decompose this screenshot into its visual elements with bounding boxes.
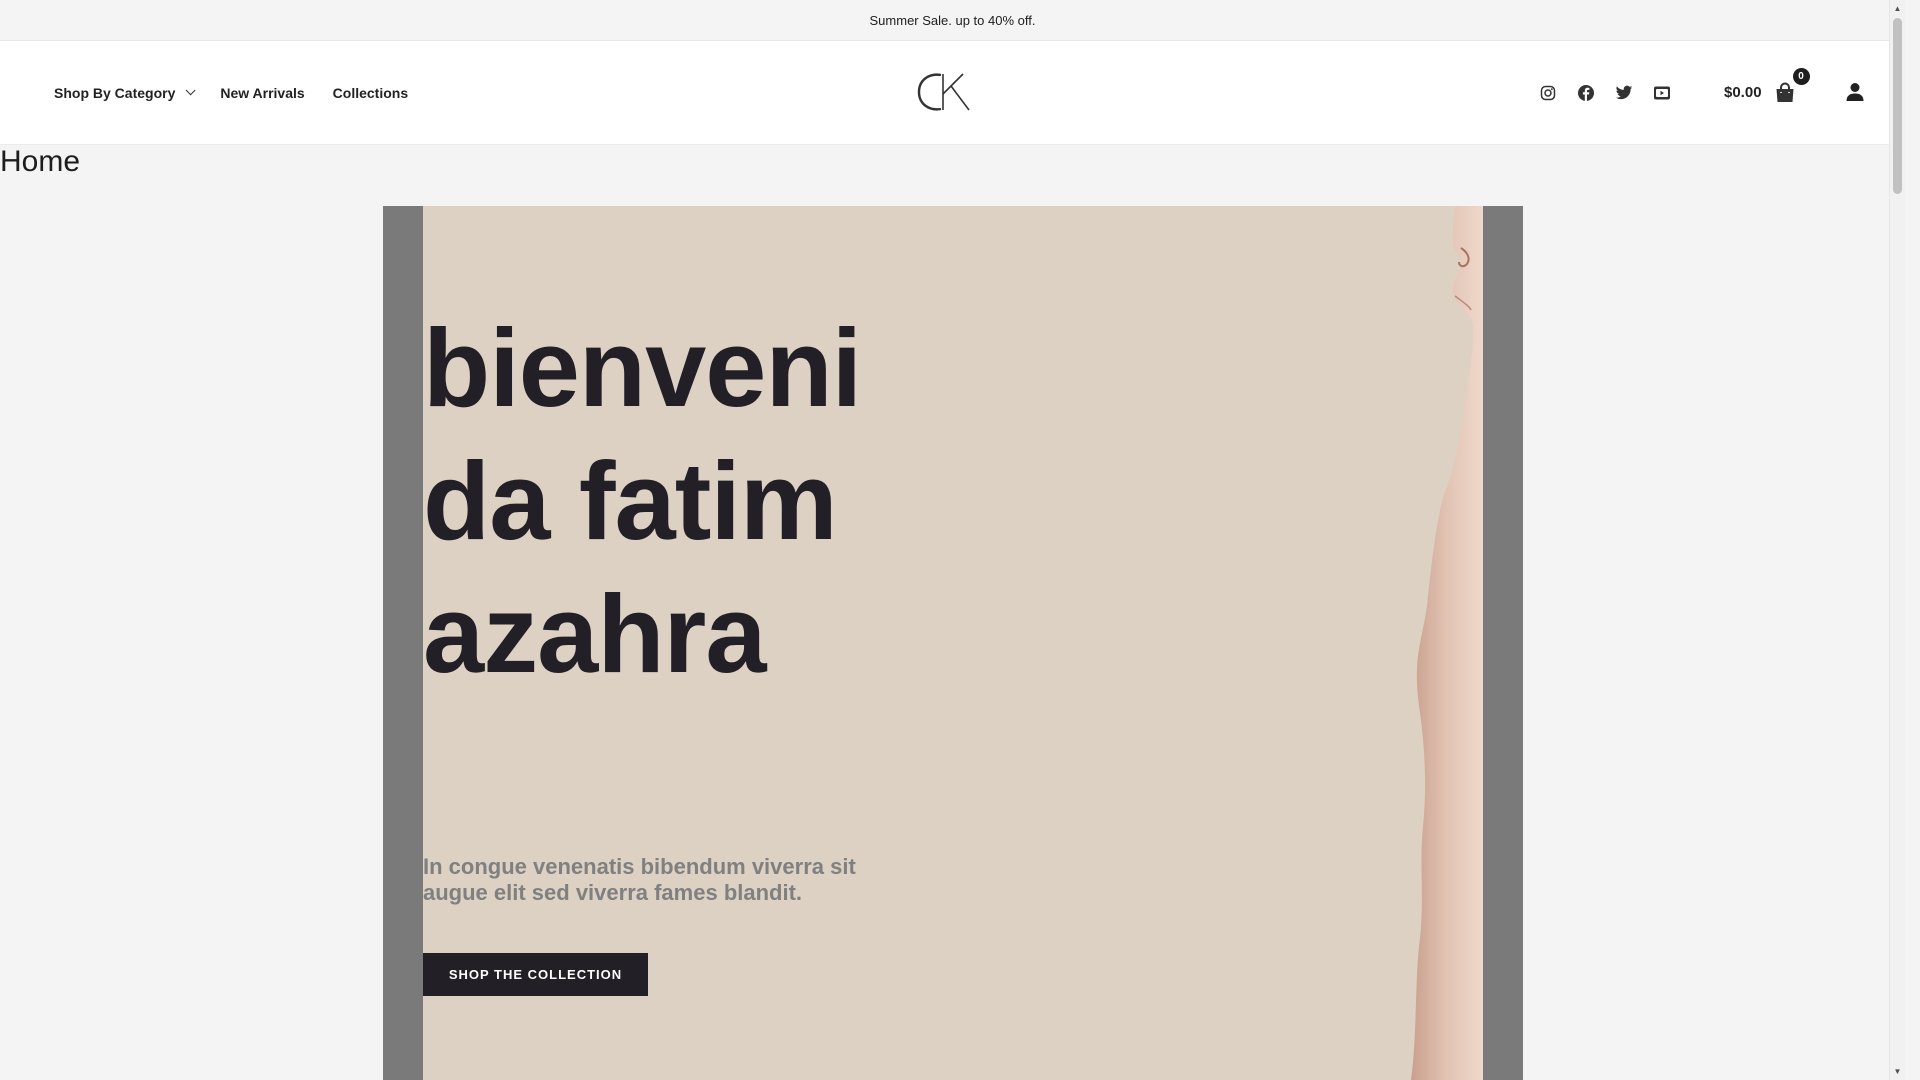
site-logo[interactable] (912, 67, 978, 117)
hero-banner: bienvenida fatimazahra In congue venenat… (423, 206, 1483, 1080)
cart-total: $0.00 (1724, 84, 1762, 101)
page: Summer Sale. up to 40% off. Shop By Cate… (0, 0, 1905, 1080)
nav-collections-label: Collections (332, 84, 409, 101)
scroll-up-icon[interactable]: ▲ (1890, 0, 1905, 17)
hero-model-image (1411, 206, 1483, 1080)
social-links (1538, 41, 1672, 144)
site-header: Shop By Category New Arrivals Collection… (0, 41, 1905, 145)
instagram-icon[interactable] (1538, 83, 1558, 103)
shopping-bag-icon: 0 (1774, 67, 1810, 104)
hero-heading: bienvenida fatimazahra (423, 307, 862, 696)
chevron-down-icon (186, 85, 196, 96)
shop-the-collection-button[interactable]: SHOP THE COLLECTION (423, 953, 648, 996)
announcement-text: Summer Sale. up to 40% off. (869, 12, 1036, 28)
announcement-bar: Summer Sale. up to 40% off. (0, 0, 1905, 41)
nav-shop-by-category[interactable]: Shop By Category (54, 84, 196, 101)
facebook-icon[interactable] (1576, 83, 1596, 103)
nav-new-arrivals-label: New Arrivals (220, 84, 305, 101)
scrollbar-thumb[interactable] (1893, 18, 1902, 194)
page-scrollbar[interactable]: ▲ ▼ (1889, 0, 1905, 1080)
user-icon[interactable] (1845, 82, 1865, 102)
youtube-icon[interactable] (1652, 83, 1672, 103)
scroll-down-icon[interactable]: ▼ (1890, 1063, 1905, 1080)
nav-collections[interactable]: Collections (333, 85, 408, 101)
hero-subtitle: In congue venenatis bibendum viverra sit… (423, 854, 856, 905)
twitter-icon[interactable] (1614, 83, 1634, 103)
hero-section: bienvenida fatimazahra In congue venenat… (383, 206, 1523, 1080)
page-title: Home (0, 145, 81, 178)
main-nav: Shop By Category New Arrivals Collection… (54, 41, 408, 144)
cart-count-badge: 0 (1792, 67, 1810, 85)
nav-shop-by-category-label: Shop By Category (54, 84, 176, 101)
cart-button[interactable]: $0.00 0 (1724, 41, 1810, 144)
nav-new-arrivals[interactable]: New Arrivals (220, 85, 304, 101)
logo-mark (917, 73, 970, 111)
